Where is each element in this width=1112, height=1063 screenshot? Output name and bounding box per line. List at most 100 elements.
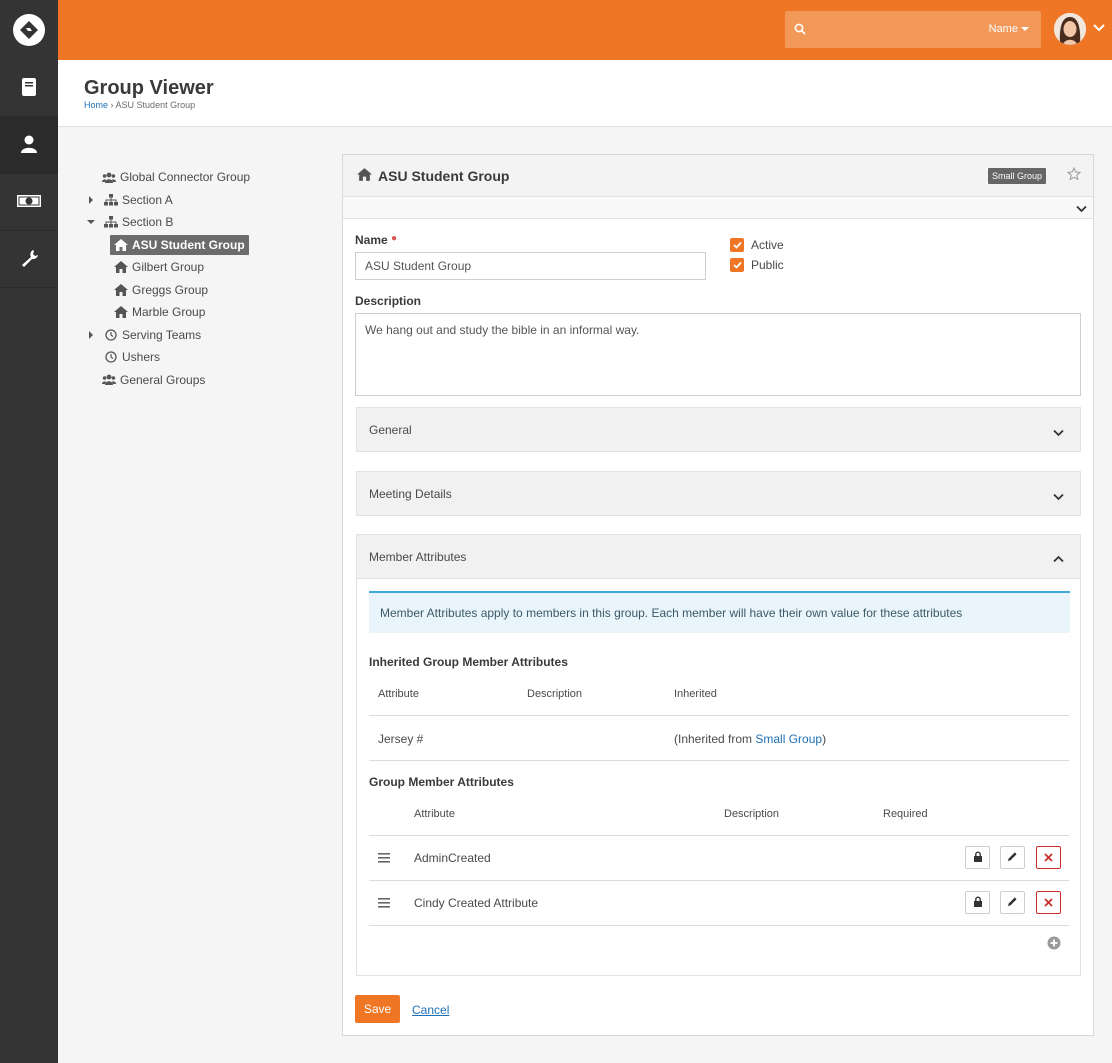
description-text: We hang out and study the bible in an in… (365, 323, 640, 337)
home-icon (114, 283, 128, 296)
security-button[interactable] (965, 891, 990, 914)
pencil-icon (1007, 851, 1018, 865)
section-meeting-title: Meeting Details (369, 487, 452, 501)
chevron-down-icon (1053, 426, 1064, 440)
tree-item-section-a[interactable]: Section A (86, 189, 326, 212)
drag-handle-icon[interactable] (378, 852, 390, 866)
required-indicator: ● (391, 233, 398, 244)
avatar[interactable] (1054, 13, 1086, 45)
chevron-down-icon (1053, 490, 1064, 504)
pencil-icon (1007, 896, 1018, 910)
tree-item-global-connector-group[interactable]: Global Connector Group (86, 166, 326, 189)
name-label: Name ● (355, 233, 397, 247)
col-header-attribute: Attribute (414, 808, 455, 820)
public-checkbox[interactable]: Public (730, 258, 784, 272)
col-header-description: Description (527, 688, 583, 700)
tree-item-label: Gilbert Group (132, 260, 205, 275)
search-input[interactable]: Name (785, 11, 1041, 48)
lock-icon (973, 851, 983, 865)
cancel-button[interactable]: Cancel (412, 1003, 449, 1017)
active-label: Active (751, 238, 784, 252)
tree-item-serving-teams[interactable]: Serving Teams (86, 324, 326, 347)
section-general[interactable]: General (356, 407, 1081, 452)
sidebar-item-people[interactable] (0, 117, 58, 174)
name-label-text: Name (355, 233, 388, 247)
tree-item-label: Ushers (122, 350, 161, 365)
users-icon (102, 374, 116, 386)
app-sidebar (0, 0, 58, 1063)
users-icon (102, 172, 116, 183)
sidebar-item-finance[interactable] (0, 174, 58, 231)
attribute-name: AdminCreated (414, 851, 491, 865)
tree-item-label: Section B (122, 215, 174, 230)
inherited-row-source: (Inherited from Small Group) (674, 732, 826, 746)
tree-item-label: Serving Teams (122, 327, 202, 342)
breadcrumb-separator-icon: › (110, 100, 114, 110)
edit-button[interactable] (1000, 846, 1025, 869)
chevron-up-icon (1053, 552, 1064, 566)
home-icon (114, 238, 128, 251)
group-tree: Global Connector Group Section A Section… (86, 166, 326, 391)
inherited-from-link[interactable]: Small Group (755, 732, 822, 746)
delete-button[interactable] (1036, 891, 1061, 914)
page-title: Group Viewer (84, 77, 214, 99)
panel-drawer-toggle[interactable] (343, 197, 1093, 219)
panel-title-text: ASU Student Group (378, 168, 510, 184)
public-label: Public (751, 258, 784, 272)
lock-icon (973, 896, 983, 910)
drag-handle-icon[interactable] (378, 897, 390, 911)
table-divider (369, 880, 1069, 881)
delete-button[interactable] (1036, 846, 1061, 869)
tree-item-ushers[interactable]: Ushers (86, 346, 326, 369)
sitemap-icon (104, 216, 118, 228)
tree-item-label: ASU Student Group (132, 237, 245, 252)
page-header: Group Viewer Home › ASU Student Group (58, 60, 1112, 127)
chevron-down-icon (1076, 202, 1087, 216)
search-filter-dropdown[interactable]: Name (989, 23, 1029, 35)
tree-item-gilbert-group[interactable]: Gilbert Group (86, 256, 326, 279)
home-icon (114, 261, 128, 274)
section-member-attributes-title: Member Attributes (369, 550, 467, 564)
home-icon (114, 306, 128, 319)
security-button[interactable] (965, 846, 990, 869)
breadcrumb-current: ASU Student Group (115, 100, 196, 110)
tree-item-greggs-group[interactable]: Greggs Group (86, 279, 326, 302)
section-member-attributes[interactable]: Member Attributes (356, 534, 1081, 579)
panel-header: ASU Student Group Small Group (343, 155, 1093, 197)
caret-right-icon[interactable] (88, 195, 94, 204)
sidebar-item-admin-tools[interactable] (0, 231, 58, 288)
add-circle-icon[interactable] (1047, 936, 1061, 953)
chevron-down-icon[interactable] (1093, 22, 1105, 36)
search-filter-label: Name (988, 23, 1018, 35)
tree-item-label: Section A (122, 192, 173, 207)
money-icon (16, 193, 42, 212)
breadcrumb-home-link[interactable]: Home (84, 100, 108, 110)
rock-logo[interactable] (0, 0, 58, 60)
star-icon[interactable] (1066, 166, 1082, 184)
active-checkbox[interactable]: Active (730, 238, 784, 252)
group-member-heading: Group Member Attributes (369, 775, 514, 789)
description-field[interactable]: We hang out and study the bible in an in… (355, 313, 1081, 396)
tree-item-general-groups[interactable]: General Groups (86, 369, 326, 392)
save-button[interactable]: Save (355, 995, 400, 1023)
caret-right-icon[interactable] (88, 330, 94, 339)
group-detail-panel: ASU Student Group Small Group Name ● ASU… (342, 154, 1094, 1036)
tree-item-label: Marble Group (132, 305, 206, 320)
book-icon (20, 77, 38, 100)
table-divider (369, 835, 1069, 836)
col-header-attribute: Attribute (378, 688, 419, 700)
top-header: Name (58, 0, 1112, 60)
search-icon (794, 23, 806, 38)
description-label: Description (355, 294, 422, 308)
section-meeting-details[interactable]: Meeting Details (356, 471, 1081, 516)
name-field[interactable]: ASU Student Group (355, 252, 706, 280)
info-alert: Member Attributes apply to members in th… (369, 591, 1070, 633)
panel-title: ASU Student Group (357, 168, 509, 184)
tree-item-marble-group[interactable]: Marble Group (86, 301, 326, 324)
sidebar-item-content[interactable] (0, 60, 58, 117)
edit-button[interactable] (1000, 891, 1025, 914)
tree-item-asu-student-group[interactable]: ASU Student Group (86, 234, 326, 257)
tree-item-label: Greggs Group (132, 282, 209, 297)
tree-item-section-b[interactable]: Section B (86, 211, 326, 234)
caret-down-icon[interactable] (87, 219, 95, 225)
